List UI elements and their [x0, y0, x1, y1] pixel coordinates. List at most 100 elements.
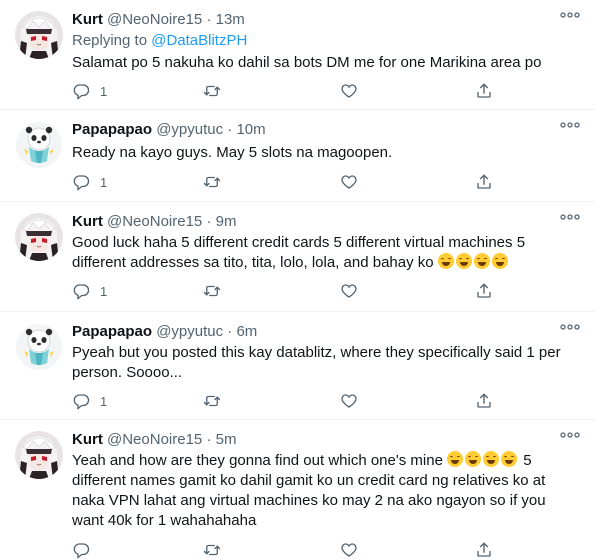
anime-avatar-image	[15, 11, 63, 59]
retweet-icon	[203, 282, 221, 300]
like-button[interactable]	[340, 172, 358, 192]
avatar[interactable]	[15, 323, 63, 371]
tweet-actions: 1	[72, 172, 572, 192]
more-icon[interactable]	[559, 320, 581, 334]
tweet-timestamp[interactable]: 6m	[236, 323, 257, 340]
retweet-button[interactable]	[203, 391, 221, 411]
user-handle[interactable]: @NeoNoire15	[107, 11, 202, 28]
retweet-button[interactable]	[203, 281, 221, 301]
display-name[interactable]: Papapapao	[72, 323, 152, 340]
replying-to-link[interactable]: @DataBlitzPH	[151, 32, 247, 49]
user-handle[interactable]: @NeoNoire15	[107, 213, 202, 230]
separator-dot: ·	[206, 431, 212, 448]
like-button[interactable]	[340, 81, 358, 101]
heart-icon	[340, 282, 358, 300]
share-icon	[475, 82, 493, 100]
tweet-text: Ready na kayo guys. May 5 slots na magoo…	[72, 144, 393, 161]
share-button[interactable]	[475, 391, 493, 411]
share-button[interactable]	[475, 281, 493, 301]
replying-to: Replying to @DataBlitzPH	[72, 31, 247, 51]
tweet-text: Pyeah but you posted this kay datablitz,…	[72, 344, 561, 381]
more-icon[interactable]	[559, 210, 581, 224]
like-button[interactable]	[340, 540, 358, 559]
like-button[interactable]	[340, 281, 358, 301]
tweet[interactable]: Kurt @NeoNoire15 · 9m Good luck haha 5 d…	[0, 202, 595, 312]
tweet-actions: 1	[72, 281, 572, 301]
tweet[interactable]: Kurt @NeoNoire15 · 5m Yeah and how are t…	[0, 420, 595, 559]
retweet-icon	[203, 173, 221, 191]
separator-dot: ·	[227, 323, 233, 340]
rofl-emoji-icon	[447, 451, 464, 467]
reply-button[interactable]: 1	[72, 281, 107, 301]
tweet-actions: 1	[72, 391, 572, 411]
tweet-timestamp[interactable]: 10m	[236, 121, 265, 138]
tweet-header: Kurt @NeoNoire15 · 5m	[72, 430, 555, 450]
retweet-icon	[203, 392, 221, 410]
reply-count: 1	[100, 283, 108, 299]
avatar[interactable]	[15, 121, 63, 169]
anime-avatar-image	[15, 213, 63, 261]
laughing-emoji-icon	[437, 253, 454, 269]
share-icon	[475, 392, 493, 410]
heart-icon	[340, 541, 358, 559]
tweet[interactable]: Papapapao @ypyutuc · 10m Ready na kayo g…	[0, 110, 595, 202]
laughing-emoji-icon	[465, 451, 482, 467]
share-icon	[475, 282, 493, 300]
tweet-actions	[72, 540, 572, 559]
tweet-timestamp[interactable]: 5m	[216, 431, 237, 448]
display-name[interactable]: Kurt	[72, 431, 103, 448]
separator-dot: ·	[227, 121, 233, 138]
like-button[interactable]	[340, 391, 358, 411]
retweet-button[interactable]	[203, 172, 221, 192]
tweet-text-part-1: Yeah and how are they gonna find out whi…	[72, 452, 443, 469]
more-icon[interactable]	[559, 8, 581, 22]
avatar[interactable]	[15, 213, 63, 261]
tweet-timestamp[interactable]: 9m	[216, 213, 237, 230]
reply-button[interactable]: 1	[72, 391, 107, 411]
replying-to-label: Replying to	[72, 32, 148, 49]
separator-dot: ·	[206, 213, 212, 230]
tweet-header: Kurt @NeoNoire15 · 9m	[72, 212, 555, 232]
display-name[interactable]: Kurt	[72, 11, 103, 28]
more-icon[interactable]	[559, 118, 581, 132]
anime-avatar-image	[15, 431, 63, 479]
user-handle[interactable]: @ypyutuc	[156, 121, 223, 138]
tweet[interactable]: Kurt @NeoNoire15 · 13m Replying to @Data…	[0, 0, 595, 110]
tweet-text: Salamat po 5 nakuha ko dahil sa bots DM …	[72, 54, 542, 71]
display-name[interactable]: Kurt	[72, 213, 103, 230]
tweet-header: Kurt @NeoNoire15 · 13m	[72, 10, 555, 30]
share-icon	[475, 541, 493, 559]
panda-avatar-image	[15, 121, 63, 169]
share-button[interactable]	[475, 172, 493, 192]
reply-count: 1	[100, 83, 108, 99]
share-button[interactable]	[475, 81, 493, 101]
tweet-text-container: Yeah and how are they gonna find out whi…	[72, 451, 575, 531]
tweet-text-container: Good luck haha 5 different credit cards …	[72, 233, 575, 273]
heart-icon	[340, 392, 358, 410]
tweet[interactable]: Papapapao @ypyutuc · 6m Pyeah but you po…	[0, 312, 595, 420]
laughing-emoji-icon	[483, 451, 500, 467]
user-handle[interactable]: @NeoNoire15	[107, 431, 202, 448]
display-name[interactable]: Papapapao	[72, 121, 152, 138]
share-button[interactable]	[475, 540, 493, 559]
tweet-timestamp[interactable]: 13m	[216, 11, 245, 28]
reply-button[interactable]	[72, 540, 100, 559]
reply-icon	[72, 541, 90, 559]
laughing-emoji-icon	[501, 451, 518, 467]
avatar[interactable]	[15, 11, 63, 59]
reply-icon	[72, 392, 90, 410]
reply-count: 1	[100, 393, 108, 409]
user-handle[interactable]: @ypyutuc	[156, 323, 223, 340]
tweet-header: Papapapao @ypyutuc · 6m	[72, 322, 555, 342]
separator-dot: ·	[206, 11, 212, 28]
reply-button[interactable]: 1	[72, 172, 107, 192]
retweet-button[interactable]	[203, 540, 221, 559]
panda-avatar-image	[15, 323, 63, 371]
avatar[interactable]	[15, 431, 63, 479]
reply-icon	[72, 82, 90, 100]
retweet-button[interactable]	[203, 81, 221, 101]
more-icon[interactable]	[559, 428, 581, 442]
reply-icon	[72, 282, 90, 300]
reply-count: 1	[100, 174, 108, 190]
reply-button[interactable]: 1	[72, 81, 107, 101]
